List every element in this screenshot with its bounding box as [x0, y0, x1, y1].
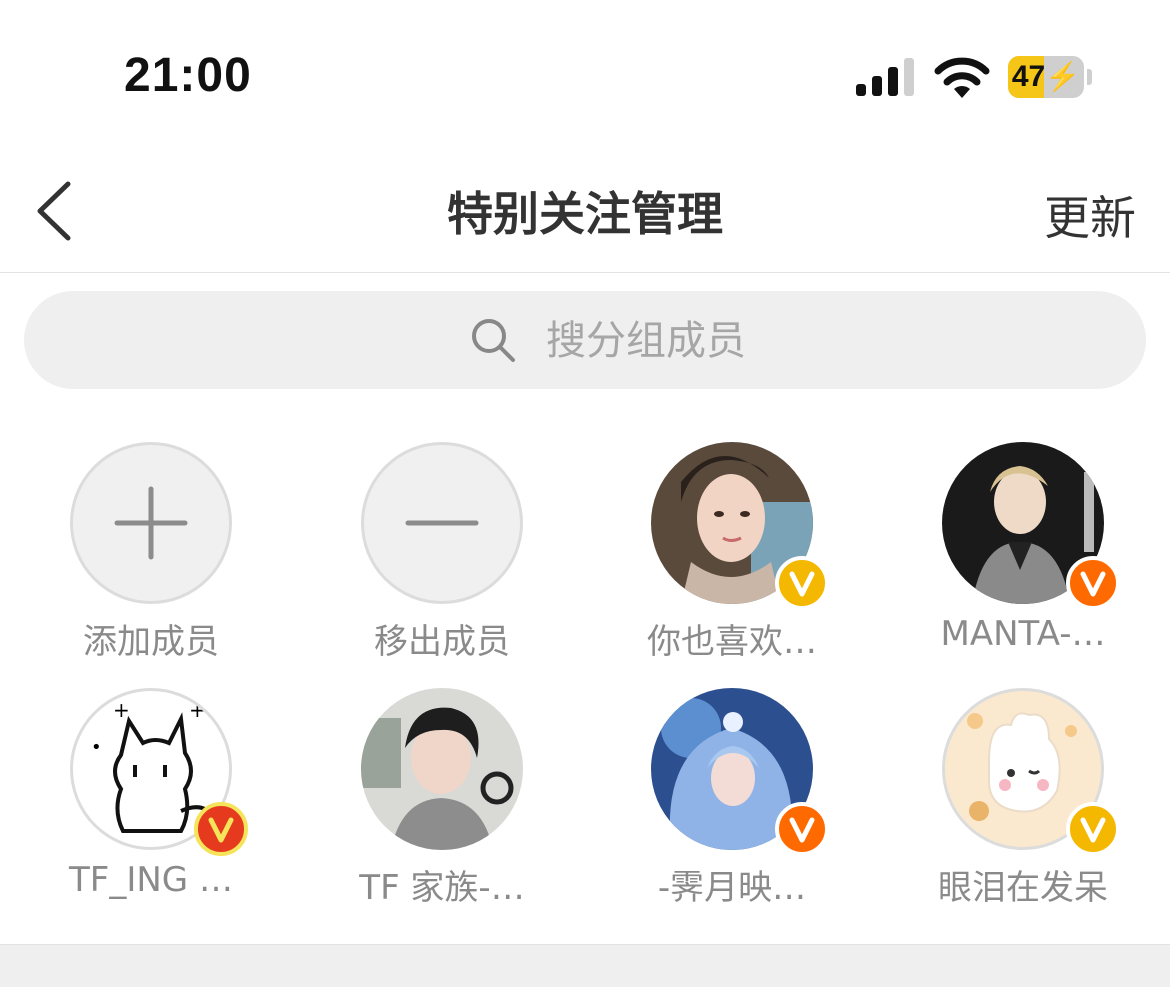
battery-nub [1087, 69, 1092, 85]
add-member-circle [70, 442, 232, 604]
member-name: MANTA-… [940, 614, 1106, 654]
remove-member-label: 移出成员 [374, 622, 510, 662]
member-name: 眼泪在发呆 [938, 868, 1108, 908]
avatar [361, 688, 523, 850]
verified-badge-icon [1066, 802, 1120, 856]
verified-badge-icon [775, 802, 829, 856]
plus-icon [114, 486, 188, 560]
member-item[interactable]: TF 家族-… [291, 688, 583, 908]
member-item[interactable]: 眼泪在发呆 [872, 688, 1164, 908]
svg-text:+: + [113, 698, 130, 722]
remove-member-circle [361, 442, 523, 604]
svg-text:•: • [91, 737, 102, 758]
verified-badge-icon [194, 802, 248, 856]
add-member-button[interactable]: 添加成员 [0, 442, 292, 662]
verified-badge-icon [775, 556, 829, 610]
navigation-bar: 特别关注管理 更新 [0, 150, 1170, 273]
section-divider [0, 944, 1170, 987]
cellular-signal-icon [856, 58, 914, 96]
search-bar[interactable] [24, 291, 1146, 389]
page-title: 特别关注管理 [447, 187, 723, 241]
search-icon [472, 319, 515, 362]
minus-icon [405, 520, 479, 526]
member-name: TF_ING … [69, 860, 233, 900]
search-input[interactable] [544, 311, 968, 371]
battery-icon: 47⚡ [1008, 56, 1084, 98]
member-item[interactable]: + + • TF_ING … [0, 688, 292, 900]
status-bar: 21:00 47⚡ [0, 0, 1170, 150]
member-item[interactable]: -霁月映… [581, 688, 873, 908]
update-button[interactable]: 更新 [1044, 182, 1136, 248]
wifi-icon [934, 57, 990, 98]
svg-text:+: + [189, 698, 206, 722]
member-item[interactable]: 你也喜欢… [581, 442, 873, 662]
member-name: -霁月映… [657, 868, 807, 908]
member-item[interactable]: MANTA-… [872, 442, 1164, 654]
battery-percent: 47 [1011, 60, 1046, 93]
add-member-label: 添加成员 [83, 622, 219, 662]
remove-member-button[interactable]: 移出成员 [291, 442, 583, 662]
member-name: 你也喜欢… [647, 622, 817, 662]
verified-badge-icon [1066, 556, 1120, 610]
member-name: TF 家族-… [359, 868, 525, 908]
status-time: 21:00 [124, 49, 252, 102]
